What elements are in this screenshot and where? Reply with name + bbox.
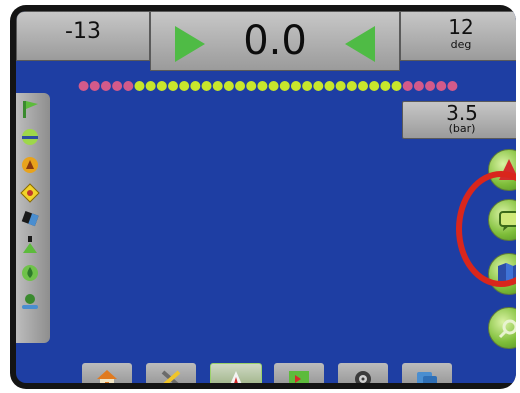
boom-section-off [447,81,458,91]
boom-section-on [134,81,145,91]
pressure-unit: (bar) [448,122,476,135]
cross-track-error-box[interactable]: -13 [16,11,150,61]
boom-section-on [290,81,301,91]
boom-section-on [346,81,357,91]
mode-icon[interactable] [19,155,41,175]
tools-icon [161,370,181,383]
tab-camera[interactable] [402,363,452,383]
heading-unit: deg [450,38,472,51]
boom-section-off [89,81,100,91]
tilt-icon[interactable] [19,209,41,229]
level-icon[interactable] [19,291,41,311]
boom-section-on [369,81,380,91]
bottom-navigation [82,363,458,383]
zoom-icon [498,319,516,339]
boom-section-off [112,81,123,91]
heading-box[interactable]: 12 deg [400,11,516,61]
boom-section-on [235,81,246,91]
tab-guidance[interactable] [210,363,262,383]
boom-section-on [279,81,290,91]
boom-section-on [190,81,201,91]
boom-section-on [380,81,391,91]
boom-height-icon[interactable] [19,235,41,255]
gauge-icon [355,371,371,383]
boom-section-off [78,81,89,91]
device-frame: -13 0.0 12 deg 3.5 (bar) [10,5,516,389]
boom-section-on [145,81,156,91]
zoom-button[interactable] [488,307,516,349]
droplet-icon[interactable] [19,263,41,283]
boom-section-on [358,81,368,91]
boom-section-off [436,81,447,91]
speed-box[interactable]: 0.0 [150,11,400,71]
status-bar: -13 0.0 12 deg [16,11,516,75]
boom-section-on [246,81,257,91]
boom-section-on [391,81,402,91]
home-icon [97,370,117,383]
tab-gauge[interactable] [338,363,388,383]
pressure-value: 3.5 [446,101,478,125]
boom-section-off [123,81,134,91]
pressure-box[interactable]: 3.5 (bar) [402,101,516,139]
guidance-line-icon[interactable] [19,127,41,147]
boom-section-on [313,81,324,91]
flag-icon[interactable] [19,99,41,119]
tab-home[interactable] [82,363,132,383]
boom-section-off [100,81,111,91]
steer-left-arrow-icon [345,26,375,62]
camera-icon [417,372,437,383]
boom-section-off [413,81,424,91]
boom-section-off [425,81,436,91]
warning-icon[interactable] [19,183,41,203]
boom-section-on [156,81,167,91]
heading-value: 12 [448,15,474,39]
boom-section-on [335,81,346,91]
boom-section-off [402,81,413,91]
tab-tools[interactable] [146,363,196,383]
guidance-screen: -13 0.0 12 deg 3.5 (bar) [16,11,516,383]
boom-section-indicator [78,81,458,91]
boom-section-on [223,81,234,91]
guidance-icon [230,371,242,383]
boom-section-on [168,81,178,91]
boom-section-on [324,81,335,91]
cross-track-value: -13 [65,19,101,44]
boom-section-on [212,81,223,91]
tab-map[interactable] [274,363,324,383]
boom-section-on [201,81,212,91]
left-toolbar [16,93,50,343]
boom-section-on [268,81,279,91]
map-icon [289,371,309,383]
boom-section-on [257,81,268,91]
boom-section-on [302,81,313,91]
boom-section-on [179,81,190,91]
